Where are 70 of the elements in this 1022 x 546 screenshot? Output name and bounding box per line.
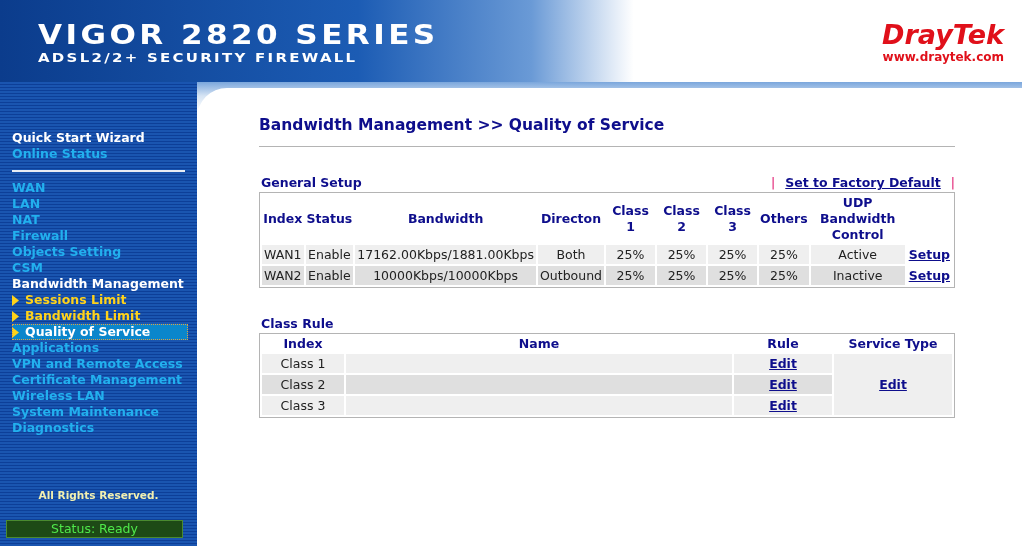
setup-link[interactable]: Setup — [908, 268, 950, 283]
section-title: Class Rule — [261, 316, 334, 331]
table-cell: 10000Kbps/10000Kbps — [355, 266, 536, 285]
column-header: Class 3 — [713, 202, 752, 236]
menu-item[interactable]: NAT — [12, 212, 188, 228]
menu-item[interactable]: Objects Setting — [12, 244, 188, 260]
table-cell: Enable — [305, 245, 354, 264]
column-header: Class 2 — [662, 202, 701, 236]
website-link[interactable]: www.draytek.com — [882, 50, 1004, 64]
triangle-icon — [12, 294, 19, 306]
edit-link[interactable]: Edit — [879, 377, 907, 392]
table-cell: 25% — [657, 245, 707, 264]
table-cell: WAN2 — [262, 266, 304, 285]
column-header: Class 1 — [611, 202, 650, 236]
column-header: Others — [759, 210, 809, 228]
table-cell: 25% — [759, 245, 809, 264]
factory-default-link[interactable]: Set to Factory Default — [785, 175, 941, 190]
table-cell: 25% — [708, 266, 758, 285]
table-cell: Class 1 — [262, 354, 344, 373]
table-cell: Active — [810, 245, 905, 264]
menu-item[interactable]: VPN and Remote Access — [12, 356, 188, 372]
status-indicator: Status: Ready — [6, 520, 183, 538]
brand-logo: DrayTek — [882, 20, 1004, 50]
column-header: Directon — [539, 210, 603, 228]
table-cell: Class 3 — [262, 396, 344, 415]
table-cell: 25% — [606, 245, 656, 264]
table-cell: Enable — [305, 266, 354, 285]
menu-item[interactable]: Wireless LAN — [12, 388, 188, 404]
setup-link[interactable]: Setup — [908, 247, 950, 262]
menu-item[interactable]: WAN — [12, 180, 188, 196]
column-header: Status — [305, 210, 354, 228]
menu-item[interactable]: Certificate Management — [12, 372, 188, 388]
column-header: Rule — [766, 336, 800, 352]
menu-item[interactable]: Bandwidth Limit — [12, 308, 188, 324]
page-title: Bandwidth Management >> Quality of Service — [259, 116, 955, 147]
section-title: General Setup — [261, 175, 362, 190]
column-header: Index — [282, 336, 324, 352]
product-subtitle: ADSL2/2+ SECURITY FIREWALL — [38, 50, 359, 65]
triangle-icon — [12, 326, 19, 338]
column-header: UDP Bandwidth Control — [818, 195, 897, 243]
column-header: Name — [517, 336, 561, 352]
menu-item[interactable]: Quality of Service — [12, 324, 188, 340]
table-cell: 25% — [606, 266, 656, 285]
table-cell: WAN1 — [262, 245, 304, 264]
product-title: VIGOR 2820 SERIES — [38, 20, 439, 50]
table-cell: Outbound — [537, 266, 604, 285]
table-cell: 17162.00Kbps/1881.00Kbps — [355, 245, 536, 264]
table-cell: 25% — [708, 245, 758, 264]
column-header: Service Type — [847, 336, 939, 352]
menu-item[interactable]: System Maintenance — [12, 404, 188, 420]
menu-item[interactable]: Applications — [12, 340, 188, 356]
menu-heading[interactable]: Bandwidth Management — [12, 276, 188, 292]
menu-item[interactable]: CSM — [12, 260, 188, 276]
menu-item[interactable]: Firewall — [12, 228, 188, 244]
table-cell: Inactive — [810, 266, 905, 285]
copyright-text: All Rights Reserved. — [38, 489, 159, 501]
menu-item[interactable]: Sessions Limit — [12, 292, 188, 308]
table-cell: 25% — [759, 266, 809, 285]
table-cell: 25% — [657, 266, 707, 285]
separator: | — [771, 175, 776, 190]
separator: | — [950, 175, 955, 190]
menu-item[interactable]: Online Status — [12, 146, 188, 162]
menu-item[interactable]: Diagnostics — [12, 420, 188, 436]
column-header: Index — [262, 210, 304, 228]
triangle-icon — [12, 310, 19, 322]
menu-item[interactable]: LAN — [12, 196, 188, 212]
table-cell: Class 2 — [262, 375, 344, 394]
table-cell: Both — [537, 245, 604, 264]
menu-heading[interactable]: Quick Start Wizard — [12, 130, 188, 146]
column-header: Bandwidth — [406, 210, 485, 228]
